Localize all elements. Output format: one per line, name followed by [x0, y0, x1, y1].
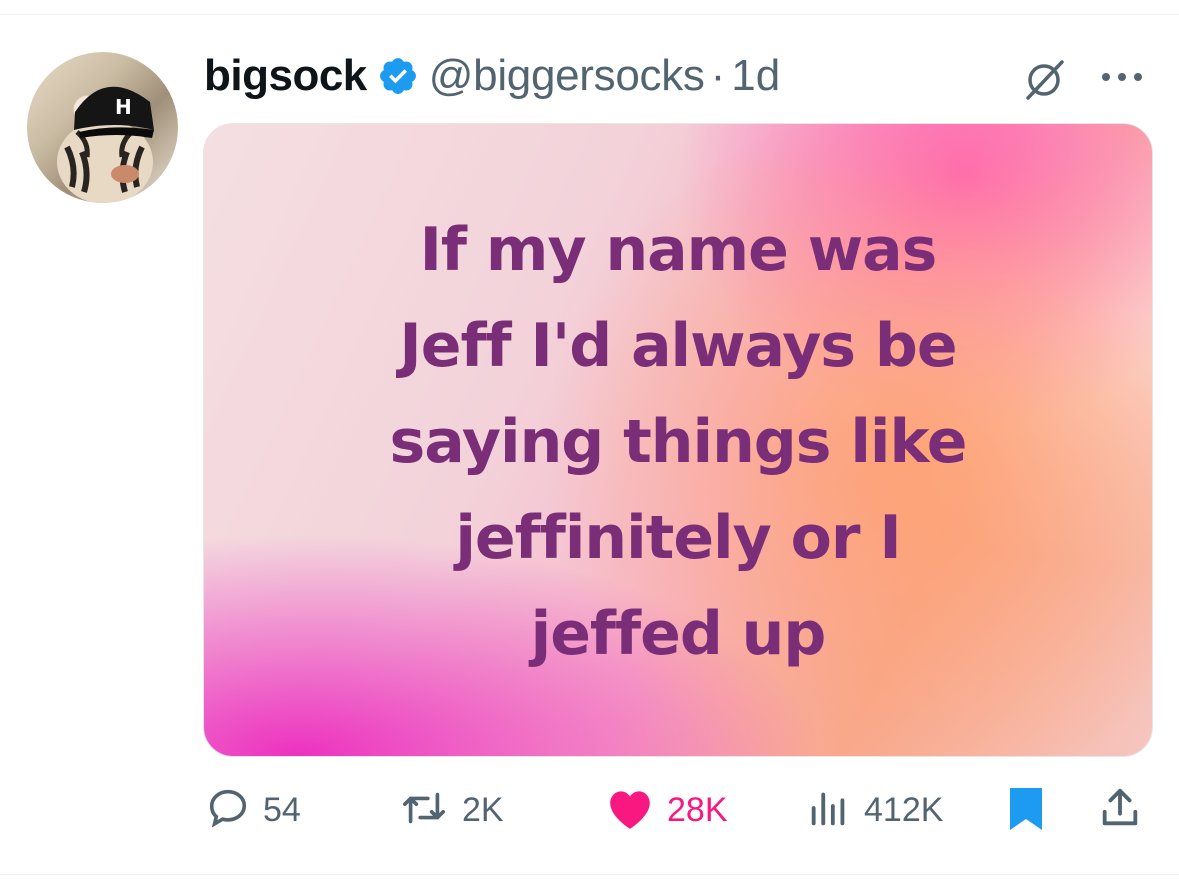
bookmark-icon [1004, 784, 1048, 837]
display-name[interactable]: bigsock [204, 51, 367, 101]
share-button[interactable] [1097, 780, 1143, 840]
bookmark-button[interactable] [1004, 780, 1048, 840]
share-icon [1097, 784, 1143, 837]
like-count: 28K [667, 790, 728, 829]
tweet-header: bigsock @biggersocks · 1d [204, 48, 780, 104]
view-count: 412K [864, 790, 944, 829]
reply-icon [205, 785, 251, 836]
more-icon[interactable] [1098, 66, 1146, 88]
repost-button[interactable]: 2K [398, 780, 504, 840]
top-divider [0, 14, 1179, 15]
reply-count: 54 [263, 790, 301, 829]
svg-text:H: H [115, 95, 132, 119]
tweet-media-image[interactable]: If my name was Jeff I'd always be saying… [203, 123, 1153, 757]
views-button[interactable]: 412K [806, 780, 943, 840]
timestamp[interactable]: 1d [731, 51, 780, 101]
bottom-divider [0, 874, 1179, 875]
grok-icon[interactable] [1022, 58, 1066, 102]
repost-count: 2K [462, 790, 504, 829]
reply-button[interactable]: 54 [205, 780, 301, 840]
avatar[interactable]: H [27, 52, 178, 203]
separator-dot: · [710, 51, 726, 100]
views-icon [806, 785, 852, 836]
like-button[interactable]: 28K [605, 780, 728, 840]
verified-badge-icon [377, 55, 419, 97]
tweet-actions: 54 2K 28K 412K [0, 780, 1179, 840]
media-caption-text: If my name was Jeff I'd always be saying… [389, 215, 968, 669]
like-icon [605, 785, 655, 836]
handle[interactable]: @biggersocks [429, 51, 705, 101]
repost-icon [398, 785, 450, 836]
avatar-image: H [57, 86, 154, 203]
